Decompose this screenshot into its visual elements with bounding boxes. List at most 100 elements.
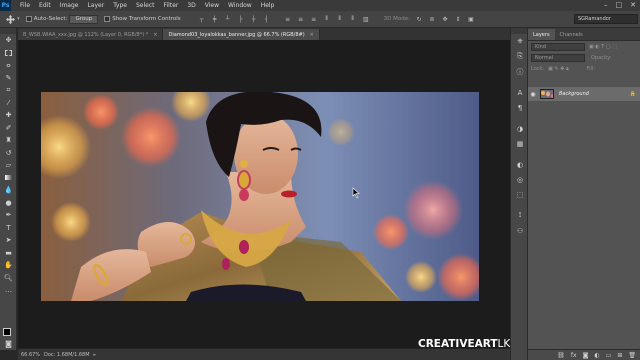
menu-help[interactable]: Help (261, 2, 275, 9)
paths-panel-icon[interactable]: ⬚ (511, 187, 529, 202)
brush-tool-icon[interactable]: ✐ (0, 122, 17, 135)
link-layers-icon[interactable]: ⛓ (557, 352, 565, 359)
transform-controls-option: Show Transform Controls (104, 16, 181, 22)
more-tools-icon[interactable]: … (0, 284, 17, 297)
adjustment-layer-icon[interactable]: ◐ (594, 352, 599, 359)
menu-select[interactable]: Select (136, 2, 155, 9)
properties-panel-icon[interactable]: ⎘ (511, 49, 529, 64)
move-tool-icon[interactable]: ✥ (0, 34, 17, 47)
pen-tool-icon[interactable]: ✒ (0, 209, 17, 222)
align-hcenter-icon[interactable]: ┼ (250, 16, 258, 23)
distribute-vcenter-icon[interactable]: ≡ (297, 16, 305, 23)
canvas-area[interactable] (18, 40, 510, 348)
3d-roll-icon[interactable]: ⊚ (428, 16, 436, 23)
zoom-tool-icon[interactable]: 🔍︎ (0, 272, 17, 285)
auto-align-icon[interactable]: ▥ (362, 16, 370, 23)
menu-edit[interactable]: Edit (39, 2, 51, 9)
distribute-hcenter-icon[interactable]: ⦀ (336, 15, 344, 23)
menu-file[interactable]: File (20, 2, 30, 9)
move-tool-preset[interactable]: ▾ (6, 14, 20, 24)
menu-view[interactable]: View (205, 2, 219, 9)
path-select-tool-icon[interactable]: ➤ (0, 234, 17, 247)
3d-scale-icon[interactable]: ▣ (467, 16, 475, 23)
workspace-dropdown[interactable]: SGRamandor (574, 14, 638, 24)
align-right-icon[interactable]: ┤ (263, 16, 271, 23)
quick-select-tool-icon[interactable]: ✎ (0, 72, 17, 85)
lasso-tool-icon[interactable]: ⴰ (0, 59, 17, 72)
lock-icons[interactable]: ▣ ✎ ✥ 🔒︎ (548, 66, 569, 72)
menu-type[interactable]: Type (113, 2, 127, 9)
paragraph-panel-icon[interactable]: ¶ (511, 100, 529, 115)
eraser-tool-icon[interactable]: ▱ (0, 159, 17, 172)
3d-rotate-icon[interactable]: ↻ (415, 16, 423, 23)
blend-mode-dropdown[interactable]: Normal (531, 53, 585, 62)
align-bottom-icon[interactable]: ┴ (224, 16, 232, 23)
status-menu-icon[interactable]: ▸ (94, 352, 97, 358)
hand-tool-icon[interactable]: ✋ (0, 259, 17, 272)
marquee-tool-icon[interactable] (0, 47, 17, 60)
layer-row-background[interactable]: ◉ Background 🔒 (528, 87, 640, 101)
brush-presets-panel-icon[interactable]: ⟟ (511, 208, 529, 223)
status-bar: 66.67% Doc: 1.68M/1.68M ▸ (18, 348, 510, 360)
blur-tool-icon[interactable]: 💧 (0, 184, 17, 197)
tab-document-1[interactable]: B_WSB.WIAA_xxx.jpg @ 112% (Layer 0, RGB/… (18, 29, 164, 40)
filter-type-icons[interactable]: ▣ ◐ T ▢ ⬚ (589, 44, 617, 50)
add-mask-icon[interactable]: ◙ (583, 352, 589, 359)
cursor-move-icon (352, 187, 360, 199)
info-panel-icon[interactable]: ⓘ (511, 64, 529, 79)
distribute-left-icon[interactable]: ⦀ (323, 15, 331, 23)
minimize-icon[interactable]: – (604, 1, 608, 9)
clone-stamp-tool-icon[interactable]: ♜ (0, 134, 17, 147)
rectangle-tool-icon[interactable]: ▬ (0, 247, 17, 260)
transform-controls-checkbox[interactable] (104, 16, 111, 22)
align-left-icon[interactable]: ├ (237, 16, 245, 23)
close-icon[interactable]: ✕ (630, 1, 636, 9)
distribute-bottom-icon[interactable]: ≡ (310, 16, 318, 23)
tab-document-2[interactable]: Diamond03_loyalokkas_banner.jpg @ 66.7% … (163, 29, 320, 40)
distribute-top-icon[interactable]: ≡ (284, 16, 292, 23)
menu-filter[interactable]: Filter (164, 2, 179, 9)
new-layer-icon[interactable]: ⊞ (617, 352, 622, 359)
adjustments-panel-icon[interactable]: ◑ (511, 121, 529, 136)
tab-layers[interactable]: Layers (528, 29, 555, 40)
zoom-level[interactable]: 66.67% (18, 351, 40, 358)
document-canvas[interactable] (41, 92, 479, 301)
layer-kind-filter[interactable]: Kind (531, 42, 585, 51)
foreground-color-swatch[interactable] (3, 328, 11, 336)
history-brush-tool-icon[interactable]: ↺ (0, 147, 17, 160)
dodge-tool-icon[interactable]: ● (0, 197, 17, 210)
visibility-eye-icon[interactable]: ◉ (528, 91, 538, 98)
fx-icon[interactable]: fx (571, 352, 577, 359)
new-group-icon[interactable]: ▭ (606, 352, 612, 359)
healing-tool-icon[interactable]: ✚ (0, 109, 17, 122)
swatches-panel-icon[interactable]: ▦ (511, 136, 529, 151)
type-tool-icon[interactable]: T (0, 222, 17, 235)
tab-channels[interactable]: Channels (555, 29, 588, 40)
menu-image[interactable]: Image (60, 2, 79, 9)
3d-slide-icon[interactable]: ⇕ (454, 16, 462, 23)
tab-close-icon[interactable]: × (153, 32, 157, 38)
delete-layer-icon[interactable]: 🗑︎ (628, 352, 636, 359)
clone-source-panel-icon[interactable]: ⚇ (511, 223, 529, 238)
styles-panel-icon[interactable]: ◎ (511, 172, 529, 187)
layer-name[interactable]: Background (559, 91, 589, 97)
history-panel-icon[interactable]: ⎈ (511, 34, 529, 49)
auto-select-checkbox[interactable] (25, 16, 32, 22)
gradient-tool-icon[interactable] (0, 172, 17, 185)
menu-layer[interactable]: Layer (87, 2, 104, 9)
crop-tool-icon[interactable]: ⌗ (0, 84, 17, 97)
distribute-right-icon[interactable]: ⦀ (349, 15, 357, 23)
auto-select-dropdown[interactable]: Group (69, 14, 99, 24)
quick-mask-icon[interactable]: ◙ (0, 338, 17, 351)
document-info: Doc: 1.68M/1.68M (44, 351, 90, 358)
menu-window[interactable]: Window (228, 2, 252, 9)
align-vcenter-icon[interactable]: ╪ (211, 16, 219, 23)
tab-close-icon[interactable]: × (310, 32, 314, 38)
eyedropper-tool-icon[interactable]: ⁄ (0, 97, 17, 110)
3d-pan-icon[interactable]: ✥ (441, 16, 449, 23)
character-panel-icon[interactable]: A (511, 85, 529, 100)
menu-3d[interactable]: 3D (187, 2, 195, 9)
maximize-icon[interactable]: □ (616, 1, 623, 9)
align-top-icon[interactable]: ┬ (198, 16, 206, 23)
color-panel-icon[interactable]: ◐ (511, 157, 529, 172)
